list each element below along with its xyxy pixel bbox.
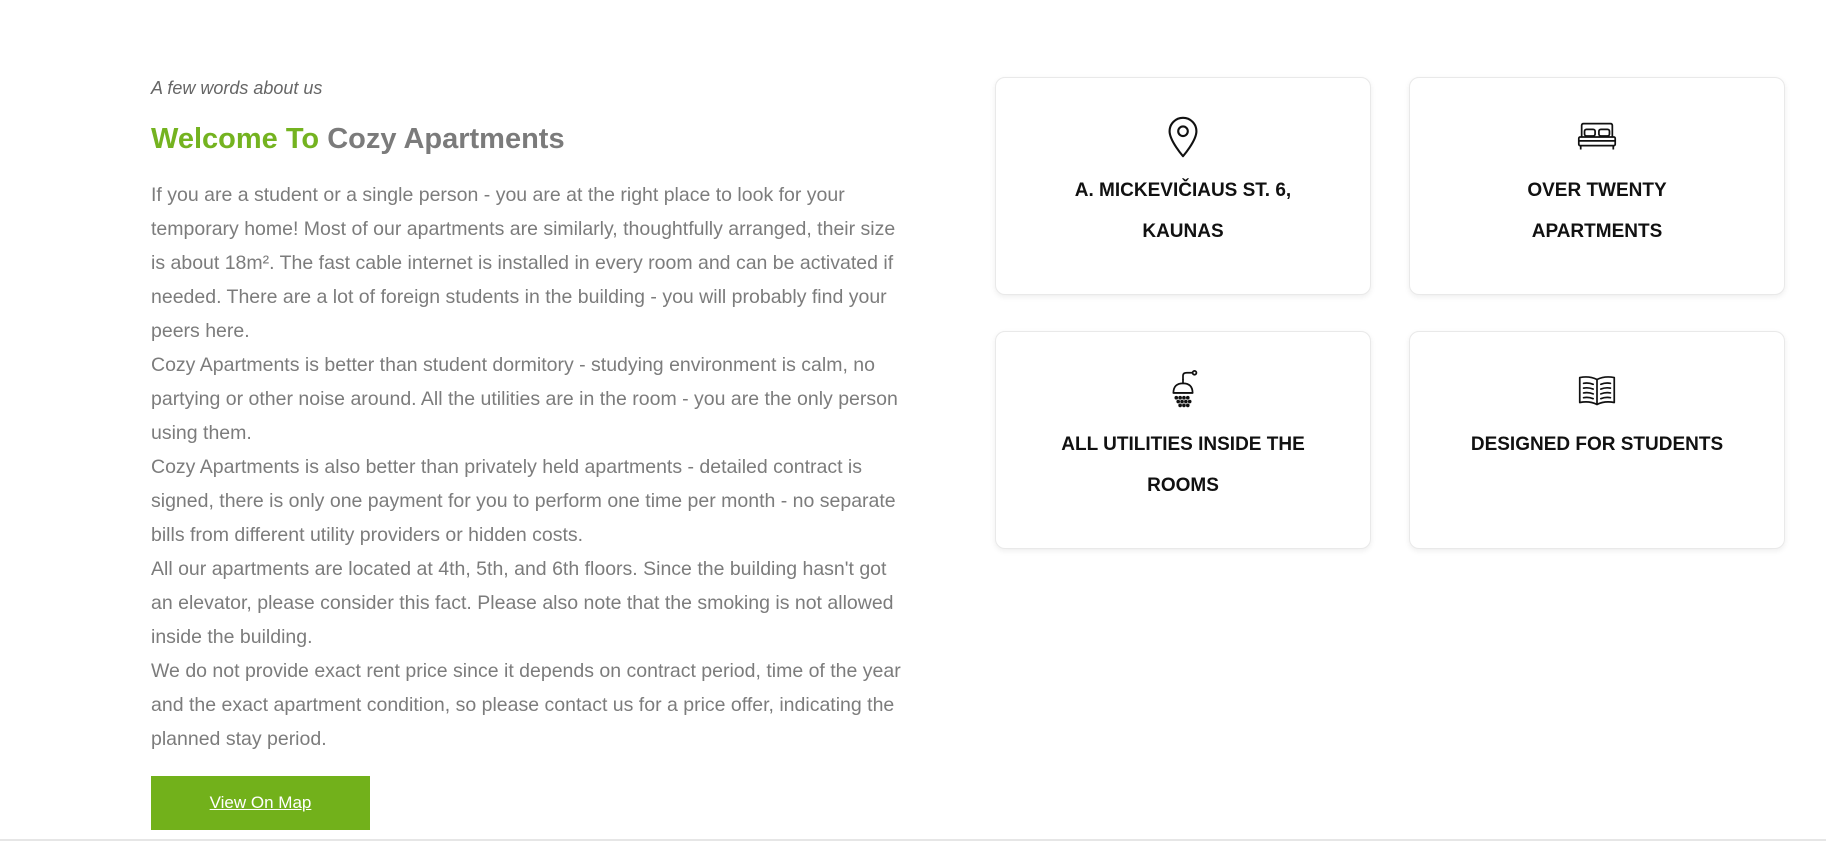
feature-label: A. Mickevičiaus st. 6, Kaunas: [1074, 180, 1292, 242]
features-grid: A. Mickevičiaus st. 6, Kaunas Over twent…: [995, 77, 1787, 549]
about-text: If you are a student or a single person …: [151, 178, 901, 756]
section-kicker: A few words about us: [151, 78, 323, 98]
view-on-map-button[interactable]: View On Map: [151, 776, 370, 830]
about-paragraph: Cozy Apartments is better than student d…: [151, 354, 898, 444]
feature-label: All utilities inside the rooms: [1061, 434, 1305, 496]
section-heading: Welcome To Cozy Apartments: [151, 121, 901, 157]
feature-card-apartments: Over twenty apartments: [1409, 77, 1785, 295]
feature-card-address: A. Mickevičiaus st. 6, Kaunas: [995, 77, 1371, 295]
feature-label: Designed for students: [1470, 434, 1724, 455]
open-book-icon: [1578, 376, 1616, 406]
about-paragraph: We do not provide exact rent price since…: [151, 660, 901, 750]
about-section: A few words about us Welcome To Cozy Apa…: [151, 76, 901, 756]
bed-icon: [1577, 122, 1617, 150]
feature-card-students: Designed for students: [1409, 331, 1785, 549]
about-paragraph: If you are a student or a single person …: [151, 184, 896, 342]
heading-highlight: Welcome To: [151, 123, 320, 155]
about-paragraph: Cozy Apartments is also better than priv…: [151, 456, 896, 546]
feature-label: Over twenty apartments: [1527, 180, 1667, 242]
feature-card-utilities: All utilities inside the rooms: [995, 331, 1371, 549]
map-pin-icon: [1168, 116, 1198, 158]
about-paragraph: All our apartments are located at 4th, 5…: [151, 558, 894, 648]
heading-brand: Cozy Apartments: [327, 123, 565, 155]
shower-icon: [1172, 370, 1198, 408]
